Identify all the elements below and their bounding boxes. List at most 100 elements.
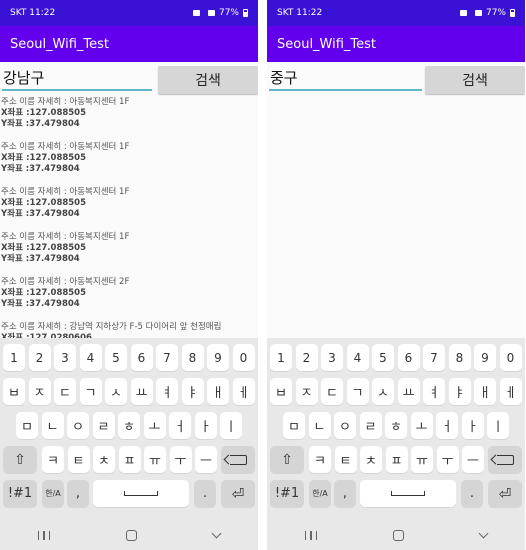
key-3[interactable]: 3 bbox=[54, 344, 76, 371]
search-button[interactable]: 검색 bbox=[158, 66, 258, 94]
key-3[interactable]: 3 bbox=[321, 344, 343, 371]
shift-key[interactable]: ⇧ bbox=[3, 446, 37, 473]
key-consonant-vowel[interactable]: ㅊ bbox=[360, 446, 382, 473]
key-consonant-vowel[interactable]: ㄹ bbox=[92, 412, 115, 439]
key-8[interactable]: 8 bbox=[181, 344, 204, 371]
key-9[interactable]: 9 bbox=[474, 344, 496, 371]
result-item[interactable]: 주소 이름 자세히 : 강남역 지하상가 F-5 다이어리 앞 천정매립 X좌표 … bbox=[1, 322, 258, 338]
comma-key[interactable]: , bbox=[67, 480, 89, 507]
key-consonant-vowel[interactable]: ㅠ bbox=[411, 446, 433, 473]
key-consonant-vowel[interactable]: ㅌ bbox=[334, 446, 357, 473]
space-key[interactable] bbox=[360, 480, 456, 507]
key-consonant-vowel[interactable]: ㅏ bbox=[194, 412, 217, 439]
key-consonant-vowel[interactable]: ㅜ bbox=[436, 446, 459, 473]
results-list[interactable]: 주소 이름 자세히 : 아동복지센터 1F X좌표 :127.088505 Y좌표 … bbox=[0, 97, 258, 338]
key-consonant-vowel[interactable]: ㅋ bbox=[309, 446, 331, 473]
back-icon[interactable] bbox=[211, 528, 222, 539]
home-icon[interactable] bbox=[126, 530, 137, 541]
key-consonant-vowel[interactable]: ㅈ bbox=[295, 378, 318, 405]
key-consonant-vowel[interactable]: ㅏ bbox=[461, 412, 484, 439]
key-consonant-vowel[interactable]: ㅓ bbox=[169, 412, 191, 439]
key-6[interactable]: 6 bbox=[130, 344, 153, 371]
key-consonant-vowel[interactable]: ㄹ bbox=[359, 412, 382, 439]
key-consonant-vowel[interactable]: ㅐ bbox=[207, 378, 229, 405]
key-0[interactable]: 0 bbox=[499, 344, 522, 371]
key-consonant-vowel[interactable]: ㅍ bbox=[118, 446, 141, 473]
key-consonant-vowel[interactable]: ㅋ bbox=[42, 446, 64, 473]
backspace-key[interactable] bbox=[488, 446, 522, 473]
key-consonant-vowel[interactable]: ㄷ bbox=[54, 378, 76, 405]
key-consonant-vowel[interactable]: ㅇ bbox=[334, 412, 356, 439]
back-icon[interactable] bbox=[478, 528, 489, 539]
period-key[interactable]: . bbox=[461, 480, 483, 507]
key-consonant-vowel[interactable]: ㅕ bbox=[156, 378, 178, 405]
search-input[interactable] bbox=[2, 65, 152, 91]
result-item[interactable]: 주소 이름 자세히 : 아동복지센터 2F X좌표 :127.088505 Y좌표 … bbox=[1, 277, 258, 310]
key-consonant-vowel[interactable]: ㅔ bbox=[232, 378, 255, 405]
key-consonant-vowel[interactable]: ㄴ bbox=[41, 412, 64, 439]
key-consonant-vowel[interactable]: ㅛ bbox=[397, 378, 420, 405]
key-consonant-vowel[interactable]: ㅂ bbox=[3, 378, 25, 405]
key-4[interactable]: 4 bbox=[346, 344, 369, 371]
period-key[interactable]: . bbox=[194, 480, 216, 507]
key-consonant-vowel[interactable]: ㅎ bbox=[118, 412, 140, 439]
key-consonant-vowel[interactable]: ㅂ bbox=[270, 378, 292, 405]
symbols-key[interactable]: !#1 bbox=[270, 480, 304, 507]
key-consonant-vowel[interactable]: ㅊ bbox=[93, 446, 115, 473]
key-1[interactable]: 1 bbox=[3, 344, 25, 371]
key-2[interactable]: 2 bbox=[28, 344, 51, 371]
key-consonant-vowel[interactable]: ㅁ bbox=[283, 412, 305, 439]
key-consonant-vowel[interactable]: ㅕ bbox=[423, 378, 445, 405]
comma-key[interactable]: , bbox=[334, 480, 356, 507]
search-input[interactable] bbox=[269, 65, 422, 91]
result-item[interactable]: 주소 이름 자세히 : 아동복지센터 1F X좌표 :127.088505 Y좌표 … bbox=[1, 142, 258, 175]
symbols-key[interactable]: !#1 bbox=[3, 480, 37, 507]
key-consonant-vowel[interactable]: ㅐ bbox=[474, 378, 496, 405]
key-consonant-vowel[interactable]: ㄱ bbox=[346, 378, 369, 405]
key-consonant-vowel[interactable]: ㅛ bbox=[130, 378, 153, 405]
key-consonant-vowel[interactable]: ㅡ bbox=[195, 446, 217, 473]
key-consonant-vowel[interactable]: ㅑ bbox=[448, 378, 471, 405]
result-item[interactable]: 주소 이름 자세히 : 아동복지센터 1F X좌표 :127.088505 Y좌표 … bbox=[1, 232, 258, 265]
key-consonant-vowel[interactable]: ㅁ bbox=[16, 412, 38, 439]
key-5[interactable]: 5 bbox=[372, 344, 394, 371]
key-4[interactable]: 4 bbox=[79, 344, 102, 371]
result-item[interactable]: 주소 이름 자세히 : 아동복지센터 1F X좌표 :127.088505 Y좌표 … bbox=[1, 187, 258, 220]
shift-key[interactable]: ⇧ bbox=[270, 446, 304, 473]
key-consonant-vowel[interactable]: ㅣ bbox=[487, 412, 509, 439]
key-7[interactable]: 7 bbox=[156, 344, 178, 371]
language-toggle-key[interactable]: 한/A bbox=[309, 480, 331, 507]
key-8[interactable]: 8 bbox=[448, 344, 471, 371]
key-consonant-vowel[interactable]: ㅡ bbox=[462, 446, 484, 473]
language-toggle-key[interactable]: 한/A bbox=[42, 480, 64, 507]
key-consonant-vowel[interactable]: ㅠ bbox=[144, 446, 166, 473]
key-consonant-vowel[interactable]: ㅈ bbox=[28, 378, 51, 405]
search-button[interactable]: 검색 bbox=[425, 66, 525, 94]
key-2[interactable]: 2 bbox=[295, 344, 318, 371]
key-consonant-vowel[interactable]: ㅜ bbox=[169, 446, 192, 473]
enter-key[interactable]: ⏎ bbox=[221, 480, 255, 507]
key-consonant-vowel[interactable]: ㅣ bbox=[220, 412, 242, 439]
key-consonant-vowel[interactable]: ㅑ bbox=[181, 378, 204, 405]
key-consonant-vowel[interactable]: ㅇ bbox=[67, 412, 89, 439]
key-consonant-vowel[interactable]: ㅗ bbox=[410, 412, 433, 439]
key-consonant-vowel[interactable]: ㄱ bbox=[79, 378, 102, 405]
key-consonant-vowel[interactable]: ㄷ bbox=[321, 378, 343, 405]
key-consonant-vowel[interactable]: ㅗ bbox=[143, 412, 166, 439]
key-consonant-vowel[interactable]: ㅍ bbox=[385, 446, 408, 473]
home-icon[interactable] bbox=[393, 530, 404, 541]
recent-apps-icon[interactable] bbox=[305, 531, 317, 540]
backspace-key[interactable] bbox=[221, 446, 255, 473]
space-key[interactable] bbox=[93, 480, 189, 507]
key-0[interactable]: 0 bbox=[232, 344, 255, 371]
key-1[interactable]: 1 bbox=[270, 344, 292, 371]
key-6[interactable]: 6 bbox=[397, 344, 420, 371]
key-consonant-vowel[interactable]: ㅔ bbox=[499, 378, 522, 405]
key-consonant-vowel[interactable]: ㅌ bbox=[67, 446, 90, 473]
result-item[interactable]: 주소 이름 자세히 : 아동복지센터 1F X좌표 :127.088505 Y좌표 … bbox=[1, 97, 258, 130]
key-7[interactable]: 7 bbox=[423, 344, 445, 371]
enter-key[interactable]: ⏎ bbox=[488, 480, 522, 507]
key-consonant-vowel[interactable]: ㅅ bbox=[105, 378, 127, 405]
key-consonant-vowel[interactable]: ㅎ bbox=[385, 412, 407, 439]
key-consonant-vowel[interactable]: ㅓ bbox=[436, 412, 458, 439]
